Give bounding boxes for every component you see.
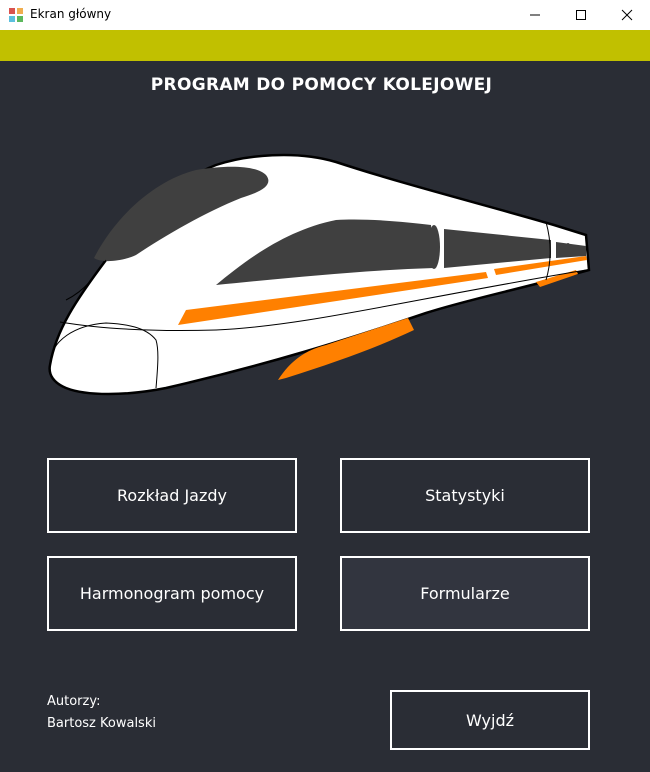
statistics-button[interactable]: Statystyki	[340, 458, 590, 533]
page-title: PROGRAM DO POMOCY KOLEJOWEJ	[150, 75, 493, 95]
forms-button[interactable]: Formularze	[340, 556, 590, 631]
authors-label: Autorzy:	[47, 694, 101, 709]
window-title: Ekran główny	[30, 7, 112, 21]
window-titlebar: Ekran główny	[0, 0, 650, 30]
assistance-schedule-button[interactable]: Harmonogram pomocy	[47, 556, 297, 631]
app-icon	[9, 8, 23, 22]
close-icon	[621, 9, 633, 21]
author-name: Bartosz Kowalski	[47, 716, 156, 731]
exit-button[interactable]: Wyjdź	[390, 690, 590, 750]
maximize-icon	[576, 10, 586, 20]
minimize-button[interactable]	[512, 0, 558, 30]
accent-bar	[0, 30, 650, 61]
minimize-icon	[530, 14, 540, 16]
close-button[interactable]	[604, 0, 650, 30]
train-illustration	[48, 153, 591, 396]
maximize-button[interactable]	[558, 0, 604, 30]
timetable-button[interactable]: Rozkład Jazdy	[47, 458, 297, 533]
